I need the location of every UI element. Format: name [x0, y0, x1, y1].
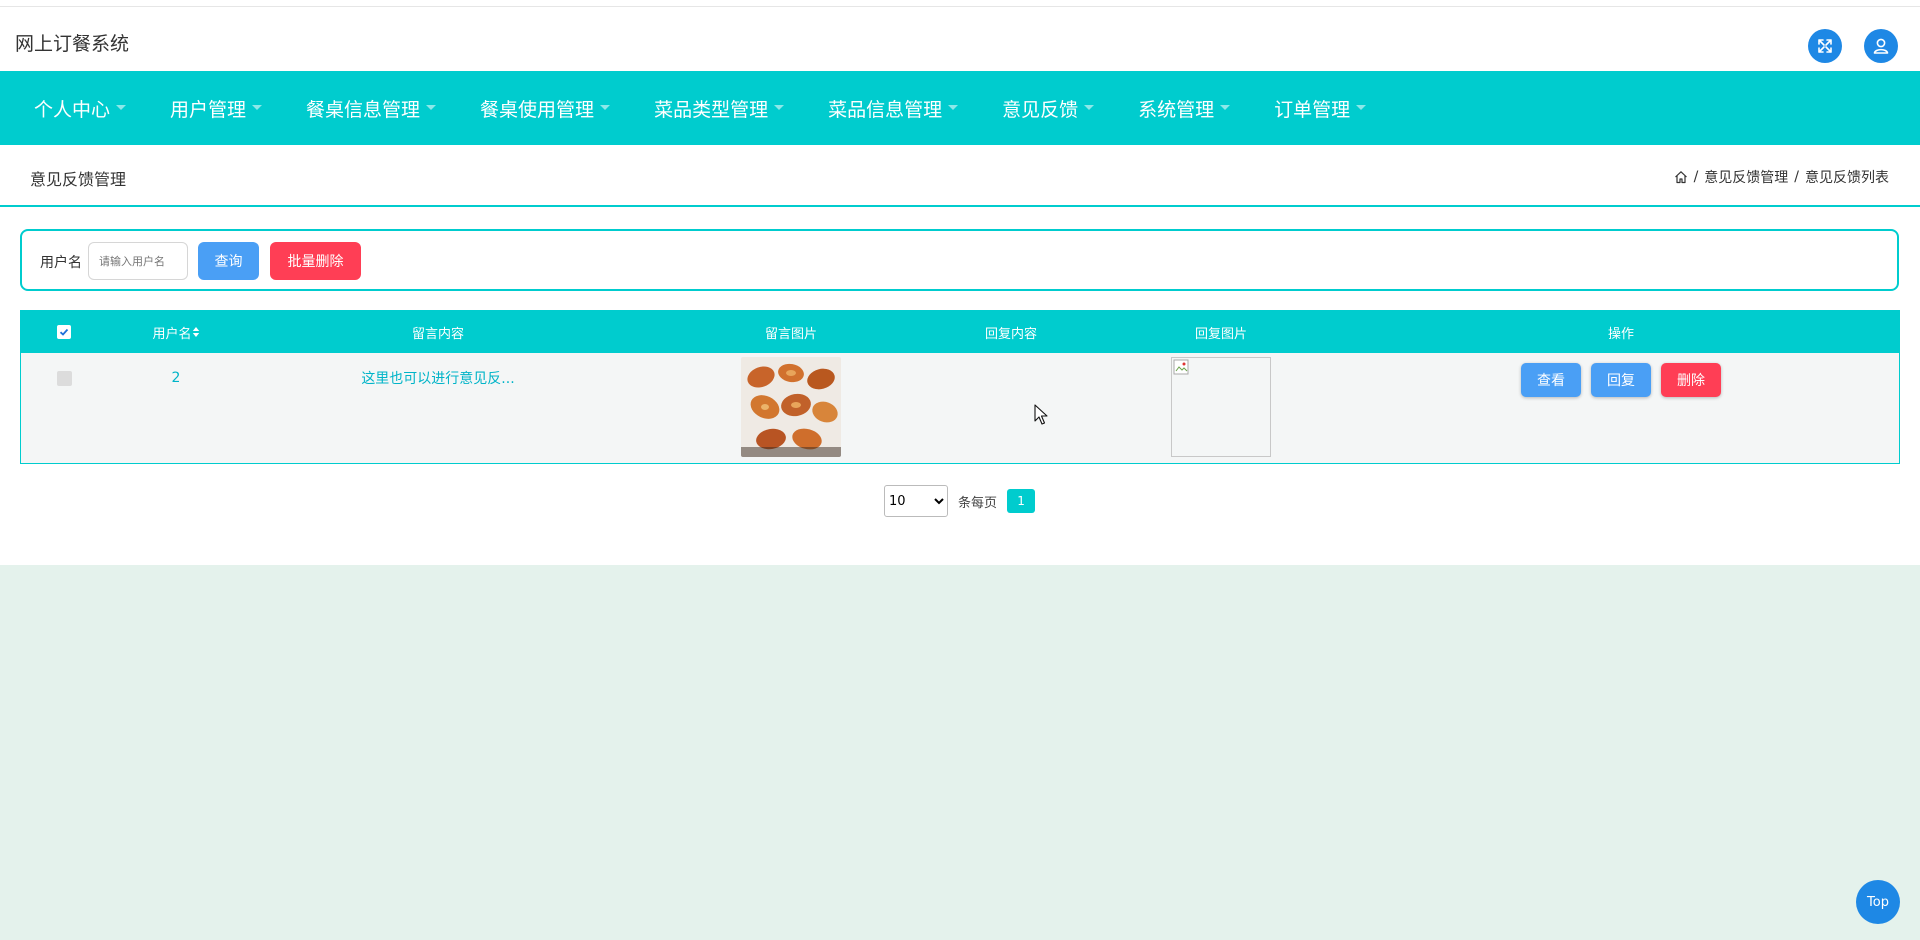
page-size-select[interactable]: 10 [884, 485, 948, 517]
caret-down-icon [600, 104, 611, 110]
search-form: 用户名 查询 批量删除 [20, 229, 1899, 291]
nav-item-label: 用户管理 [170, 98, 247, 121]
table-header: 用户名 留言内容 留言图片 回复内容 回复图片 操作 [21, 311, 1899, 353]
page-title: 意见反馈管理 [30, 170, 127, 189]
nav-item-label: 个人中心 [34, 98, 111, 121]
per-page-label: 条每页 [958, 495, 998, 511]
fullscreen-icon [1818, 39, 1832, 53]
content-cell[interactable]: 这里也可以进行意见反... [328, 367, 548, 389]
breadcrumb-item[interactable]: 意见反馈管理 [1704, 167, 1788, 187]
pagination: 10 条每页 1 [884, 485, 1036, 517]
mouse-cursor-icon [1034, 404, 1048, 425]
feedback-image[interactable] [741, 357, 841, 457]
select-all-checkbox[interactable] [57, 325, 71, 339]
sort-icon[interactable] [192, 326, 200, 338]
actions-cell: 查看 回复 删除 [1521, 363, 1721, 397]
breadcrumb-item: 意见反馈列表 [1805, 170, 1889, 186]
feedback-table: 用户名 留言内容 留言图片 回复内容 回复图片 操作 2 这里也可以进行意见反.… [20, 310, 1900, 464]
th-username[interactable]: 用户名 [121, 311, 231, 353]
th-reply-image: 回复图片 [1161, 311, 1281, 353]
query-button[interactable]: 查询 [198, 242, 259, 280]
image-cell [731, 357, 851, 457]
caret-down-icon [116, 104, 127, 110]
delete-button[interactable]: 删除 [1661, 363, 1721, 397]
table-row: 2 这里也可以进行意见反... 查看 回复 删除 [21, 353, 1899, 463]
th-label: 回复图片 [1194, 326, 1247, 342]
nav-item-label: 意见反馈 [1002, 98, 1079, 121]
reply-image-cell [1161, 357, 1281, 457]
reply-button[interactable]: 回复 [1591, 363, 1651, 397]
th-reply: 回复内容 [951, 311, 1071, 353]
nav-item-system[interactable]: 系统管理 [1116, 95, 1252, 122]
nav-item-user-management[interactable]: 用户管理 [148, 95, 284, 122]
batch-delete-button[interactable]: 批量删除 [270, 242, 361, 280]
broken-image-icon [1173, 359, 1189, 375]
th-label: 留言图片 [764, 326, 817, 342]
caret-down-icon [1220, 104, 1231, 110]
th-label: 操作 [1607, 326, 1634, 342]
nav-item-label: 系统管理 [1138, 98, 1215, 121]
nav-item-label: 餐桌信息管理 [306, 98, 421, 121]
caret-down-icon [252, 104, 263, 110]
top-line [0, 0, 1920, 7]
user-icon [1873, 38, 1889, 54]
nav-item-personal-center[interactable]: 个人中心 [12, 95, 148, 122]
main-nav: 个人中心 用户管理 餐桌信息管理 餐桌使用管理 菜品类型管理 菜品信息管理 意见… [0, 71, 1920, 145]
caret-down-icon [774, 104, 785, 110]
username-label: 用户名 [40, 255, 82, 271]
nav-item-label: 菜品类型管理 [654, 98, 769, 121]
nav-item-label: 菜品信息管理 [828, 98, 943, 121]
th-content: 留言内容 [328, 311, 548, 353]
breadcrumb-separator: / [1794, 169, 1799, 185]
page-number-current[interactable]: 1 [1007, 489, 1036, 513]
back-to-top-button[interactable]: Top [1856, 880, 1900, 924]
username-search-input[interactable] [88, 242, 188, 280]
nav-item-table-info[interactable]: 餐桌信息管理 [284, 95, 458, 122]
nav-item-label: 餐桌使用管理 [480, 98, 595, 121]
reply-image [1171, 357, 1271, 457]
nav-item-orders[interactable]: 订单管理 [1252, 95, 1388, 122]
header-icons [1808, 29, 1898, 63]
user-button[interactable] [1864, 29, 1898, 63]
caret-down-icon [948, 104, 959, 110]
nav-item-dish-info[interactable]: 菜品信息管理 [806, 95, 980, 122]
view-button[interactable]: 查看 [1521, 363, 1581, 397]
nav-item-label: 订单管理 [1274, 98, 1351, 121]
app-title: 网上订餐系统 [15, 33, 130, 55]
select-all-cell [21, 311, 107, 353]
header: 网上订餐系统 [0, 7, 1920, 71]
reply-cell [951, 367, 1071, 389]
caret-down-icon [426, 104, 437, 110]
breadcrumb: / 意见反馈管理 / 意见反馈列表 [1674, 167, 1889, 187]
caret-down-icon [1084, 104, 1095, 110]
th-image: 留言图片 [731, 311, 851, 353]
row-checkbox[interactable] [56, 371, 72, 386]
th-label: 留言内容 [411, 326, 464, 342]
nav-item-feedback[interactable]: 意见反馈 [980, 95, 1116, 122]
th-label: 回复内容 [984, 326, 1037, 342]
fullscreen-button[interactable] [1808, 29, 1842, 63]
nav-item-table-usage[interactable]: 餐桌使用管理 [458, 95, 632, 122]
username-cell[interactable]: 2 [121, 367, 231, 389]
food-photo [741, 357, 841, 457]
th-actions: 操作 [1521, 311, 1721, 353]
breadcrumb-separator: / [1693, 169, 1699, 185]
th-label: 用户名 [152, 326, 192, 342]
check-icon [59, 328, 69, 336]
caret-down-icon [1356, 104, 1367, 110]
page-head: 意见反馈管理 / 意见反馈管理 / 意见反馈列表 [0, 145, 1920, 207]
nav-item-dish-type[interactable]: 菜品类型管理 [632, 95, 806, 122]
home-icon[interactable] [1674, 170, 1688, 184]
row-select-cell [21, 371, 107, 386]
